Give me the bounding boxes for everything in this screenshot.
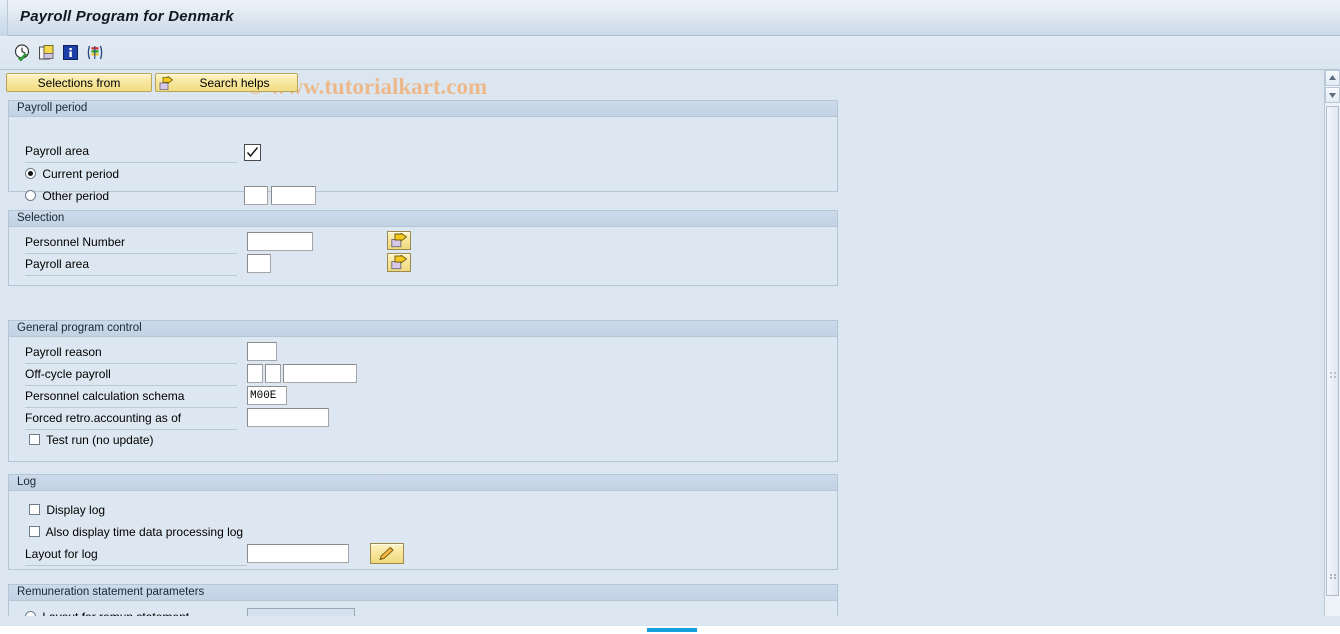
- group-general-program-control: General program control Payroll reason O…: [8, 320, 838, 462]
- personnel-number-input[interactable]: [247, 232, 313, 251]
- vertical-scrollbar[interactable]: [1324, 70, 1340, 616]
- layout-for-log-input[interactable]: [247, 544, 349, 563]
- group-remuneration-statement-header: Remuneration statement parameters: [9, 585, 837, 601]
- calculation-schema-label-rule: [25, 407, 237, 408]
- page-title: Payroll Program for Denmark: [20, 8, 234, 25]
- selection-payroll-area-label-rule: [25, 275, 237, 276]
- personnel-number-label-rule: [25, 253, 237, 254]
- radio-current-period-label: Current period: [42, 167, 120, 181]
- checkbox-display-log-mark: [29, 504, 40, 515]
- titlebar-left-edge: [0, 0, 8, 36]
- horizontal-scrollbar[interactable]: [0, 616, 1340, 634]
- payroll-reason-input[interactable]: [247, 342, 277, 361]
- calculation-schema-label: Personnel calculation schema: [25, 389, 185, 403]
- vertical-scrollbar-thumb[interactable]: [1326, 106, 1339, 596]
- horizontal-scrollbar-thumb[interactable]: [647, 628, 697, 632]
- off-cycle-payroll-label-rule: [25, 385, 237, 386]
- radio-current-period[interactable]: Current period: [25, 167, 119, 181]
- group-payroll-period: Payroll period Payroll area Current peri…: [8, 100, 838, 205]
- multi-select-arrow-icon: [391, 233, 408, 248]
- forced-retro-label: Forced retro.accounting as of: [25, 411, 182, 425]
- search-helps-button[interactable]: Search helps: [155, 73, 298, 92]
- multi-select-arrow-icon: [391, 255, 408, 270]
- sap-payroll-program-window: Payroll Program for Denmark © www.tutori…: [0, 0, 1340, 634]
- pencil-edit-icon: [379, 546, 394, 561]
- group-log-header: Log: [9, 475, 837, 491]
- payroll-reason-label: Payroll reason: [25, 345, 102, 359]
- radio-current-period-mark: [25, 168, 36, 179]
- checkbox-display-log[interactable]: Display log: [29, 503, 105, 517]
- off-cycle-field-3[interactable]: [283, 364, 357, 383]
- layout-for-log-label: Layout for log: [25, 547, 98, 561]
- group-selection: Selection Personnel Number Payroll area: [8, 210, 838, 286]
- selection-button-row: Selections from Search helps: [0, 70, 1340, 94]
- payroll-area-multi-select-button[interactable]: [387, 253, 411, 272]
- forced-retro-label-rule: [25, 429, 237, 430]
- scroll-up-arrow[interactable]: [1325, 70, 1340, 86]
- checkbox-display-log-label: Display log: [46, 503, 106, 517]
- get-variant-icon[interactable]: [37, 43, 57, 63]
- selection-screen-canvas: Payroll period Payroll area Current peri…: [0, 94, 1324, 628]
- personnel-number-label: Personnel Number: [25, 235, 126, 249]
- group-payroll-period-header: Payroll period: [9, 101, 837, 117]
- window-titlebar: Payroll Program for Denmark: [0, 0, 1340, 36]
- off-cycle-field-1[interactable]: [247, 364, 263, 383]
- selection-payroll-area-label: Payroll area: [25, 257, 90, 271]
- payroll-area-checkbox-icon[interactable]: [244, 144, 261, 161]
- other-period-field-2[interactable]: [271, 186, 316, 205]
- search-helps-arrow-icon: [159, 75, 174, 91]
- forced-retro-input[interactable]: [247, 408, 329, 427]
- payroll-reason-label-rule: [25, 363, 237, 364]
- horizontal-scrollbar-track[interactable]: [0, 616, 1340, 626]
- off-cycle-payroll-label: Off-cycle payroll: [25, 367, 111, 381]
- information-icon[interactable]: [61, 43, 81, 63]
- radio-other-period-label: Other period: [42, 189, 110, 203]
- color-legend-icon[interactable]: [85, 43, 105, 63]
- resize-grip-icon: [1330, 372, 1336, 378]
- other-period-field-1[interactable]: [244, 186, 268, 205]
- group-general-program-control-header: General program control: [9, 321, 837, 337]
- selections-from-button[interactable]: Selections from: [6, 73, 152, 92]
- group-selection-header: Selection: [9, 211, 837, 227]
- layout-for-log-edit-button[interactable]: [370, 543, 404, 564]
- layout-for-log-label-rule: [25, 565, 247, 566]
- radio-other-period-mark: [25, 190, 36, 201]
- selection-payroll-area-input[interactable]: [247, 254, 271, 273]
- checkbox-time-data-log-mark: [29, 526, 40, 537]
- payroll-area-label-rule: [25, 162, 237, 163]
- checkbox-test-run-mark: [29, 434, 40, 445]
- off-cycle-field-2[interactable]: [265, 364, 281, 383]
- radio-other-period[interactable]: Other period: [25, 189, 109, 203]
- group-log: Log Display log Also display time data p…: [8, 474, 838, 570]
- scroll-down-arrow[interactable]: [1325, 87, 1340, 103]
- calculation-schema-input[interactable]: [247, 386, 287, 405]
- execute-clock-icon[interactable]: [13, 43, 33, 63]
- checkbox-time-data-log[interactable]: Also display time data processing log: [29, 525, 243, 539]
- checkbox-test-run-label: Test run (no update): [46, 433, 154, 447]
- payroll-area-label: Payroll area: [25, 144, 90, 158]
- checkbox-test-run[interactable]: Test run (no update): [29, 433, 154, 447]
- application-toolbar: © www.tutorialkart.com: [0, 36, 1340, 99]
- scrollbar-grip-icon: [1330, 574, 1336, 579]
- personnel-number-multi-select-button[interactable]: [387, 231, 411, 250]
- search-helps-label: Search helps: [199, 76, 270, 90]
- checkbox-time-data-log-label: Also display time data processing log: [45, 525, 244, 539]
